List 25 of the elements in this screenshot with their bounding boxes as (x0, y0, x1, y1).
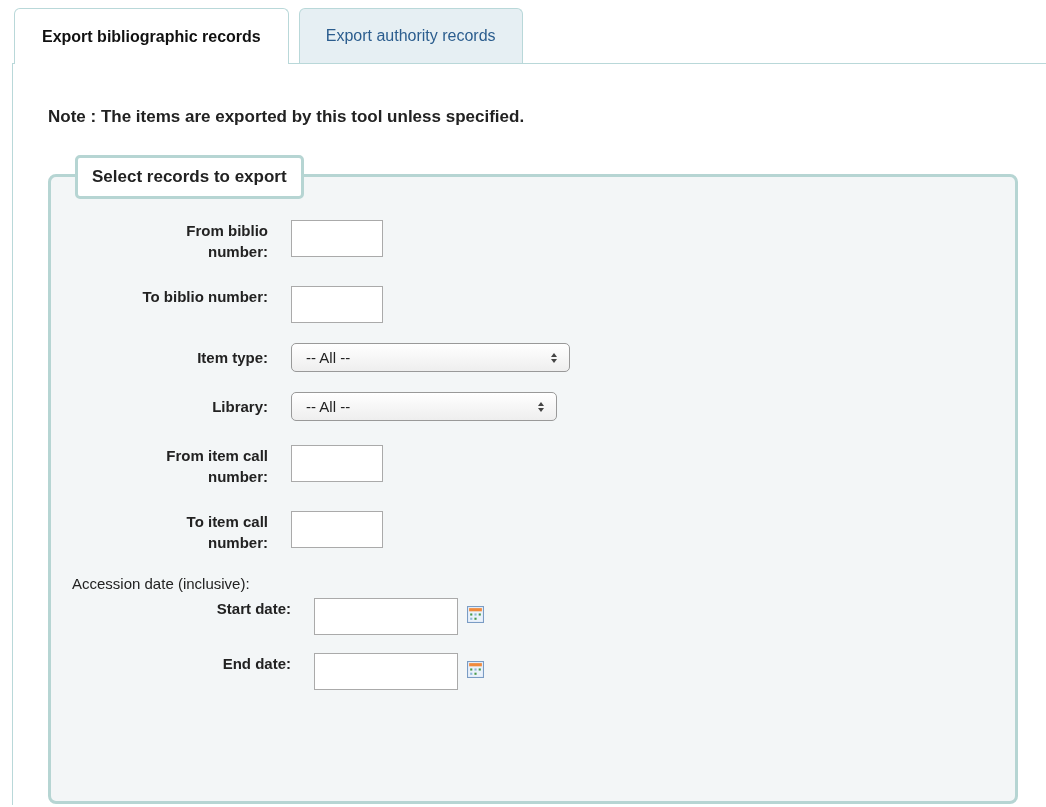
text-field[interactable] (291, 511, 383, 548)
updown-icon (538, 401, 544, 412)
field-label: From item call number: (165, 446, 268, 487)
field-label: To biblio number: (141, 287, 268, 307)
text-field[interactable] (291, 445, 383, 482)
date-field[interactable] (314, 598, 458, 635)
field-label: Item type: (196, 348, 268, 368)
calendar-icon[interactable] (467, 661, 484, 678)
updown-icon (551, 352, 557, 363)
note-text: Note : The items are exported by this tool unless specified. (48, 107, 526, 127)
select-field[interactable]: -- All -- (291, 392, 557, 421)
date-field[interactable] (314, 653, 458, 690)
field-label: Library: (211, 397, 268, 417)
fieldset-legend: Select records to export (75, 155, 304, 199)
calendar-icon[interactable] (467, 606, 484, 623)
field-label: Start date: (215, 599, 291, 619)
text-field[interactable] (291, 286, 383, 323)
field-label: To item call number: (185, 512, 268, 553)
field-label: End date: (221, 654, 291, 674)
select-field[interactable]: -- All -- (291, 343, 570, 372)
section-label: Accession date (inclusive): (72, 575, 251, 592)
text-field[interactable] (291, 220, 383, 257)
tab[interactable]: Export bibliographic records (14, 8, 289, 64)
field-label: From biblio number: (185, 221, 268, 262)
tab[interactable]: Export authority records (298, 8, 523, 63)
